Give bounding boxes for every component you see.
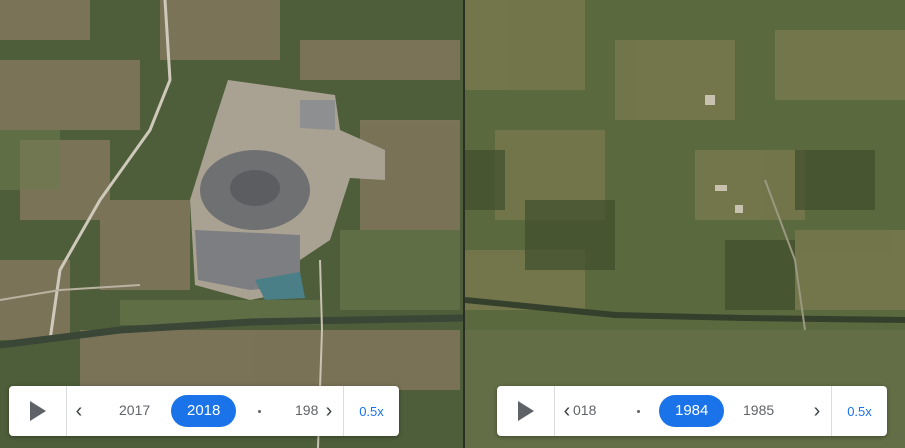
satellite-image-2018[interactable]: [0, 0, 463, 448]
speed-button[interactable]: 0.5x: [831, 386, 887, 436]
timeline-bar-right: ‹ 018 1984 1985 › 0.5x: [497, 386, 887, 436]
play-button[interactable]: [9, 386, 67, 436]
speed-button[interactable]: 0.5x: [343, 386, 399, 436]
year-scroller: ‹ 2017 2018 198 ›: [67, 386, 343, 436]
play-icon: [29, 401, 46, 421]
play-icon: [517, 401, 534, 421]
satellite-map-right: [465, 0, 905, 448]
year-2018-selected[interactable]: 2018: [171, 395, 237, 427]
chevron-left-icon[interactable]: ‹: [69, 386, 89, 436]
satellite-image-1984[interactable]: [465, 0, 905, 448]
year-2017[interactable]: 2017: [119, 402, 150, 418]
play-button[interactable]: [497, 386, 555, 436]
chevron-right-icon[interactable]: ›: [319, 386, 339, 436]
year-1984-selected[interactable]: 1984: [659, 395, 725, 427]
satellite-map-left: [0, 0, 463, 448]
year-1985[interactable]: 1985: [743, 402, 774, 418]
year-separator-dot: [258, 410, 261, 413]
year-018-partial[interactable]: 018: [573, 402, 596, 418]
year-198-partial[interactable]: 198: [295, 402, 318, 418]
year-scroller: ‹ 018 1984 1985 ›: [555, 386, 831, 436]
timeline-bar-left: ‹ 2017 2018 198 › 0.5x: [9, 386, 399, 436]
year-separator-dot: [637, 410, 640, 413]
chevron-right-icon[interactable]: ›: [807, 386, 827, 436]
